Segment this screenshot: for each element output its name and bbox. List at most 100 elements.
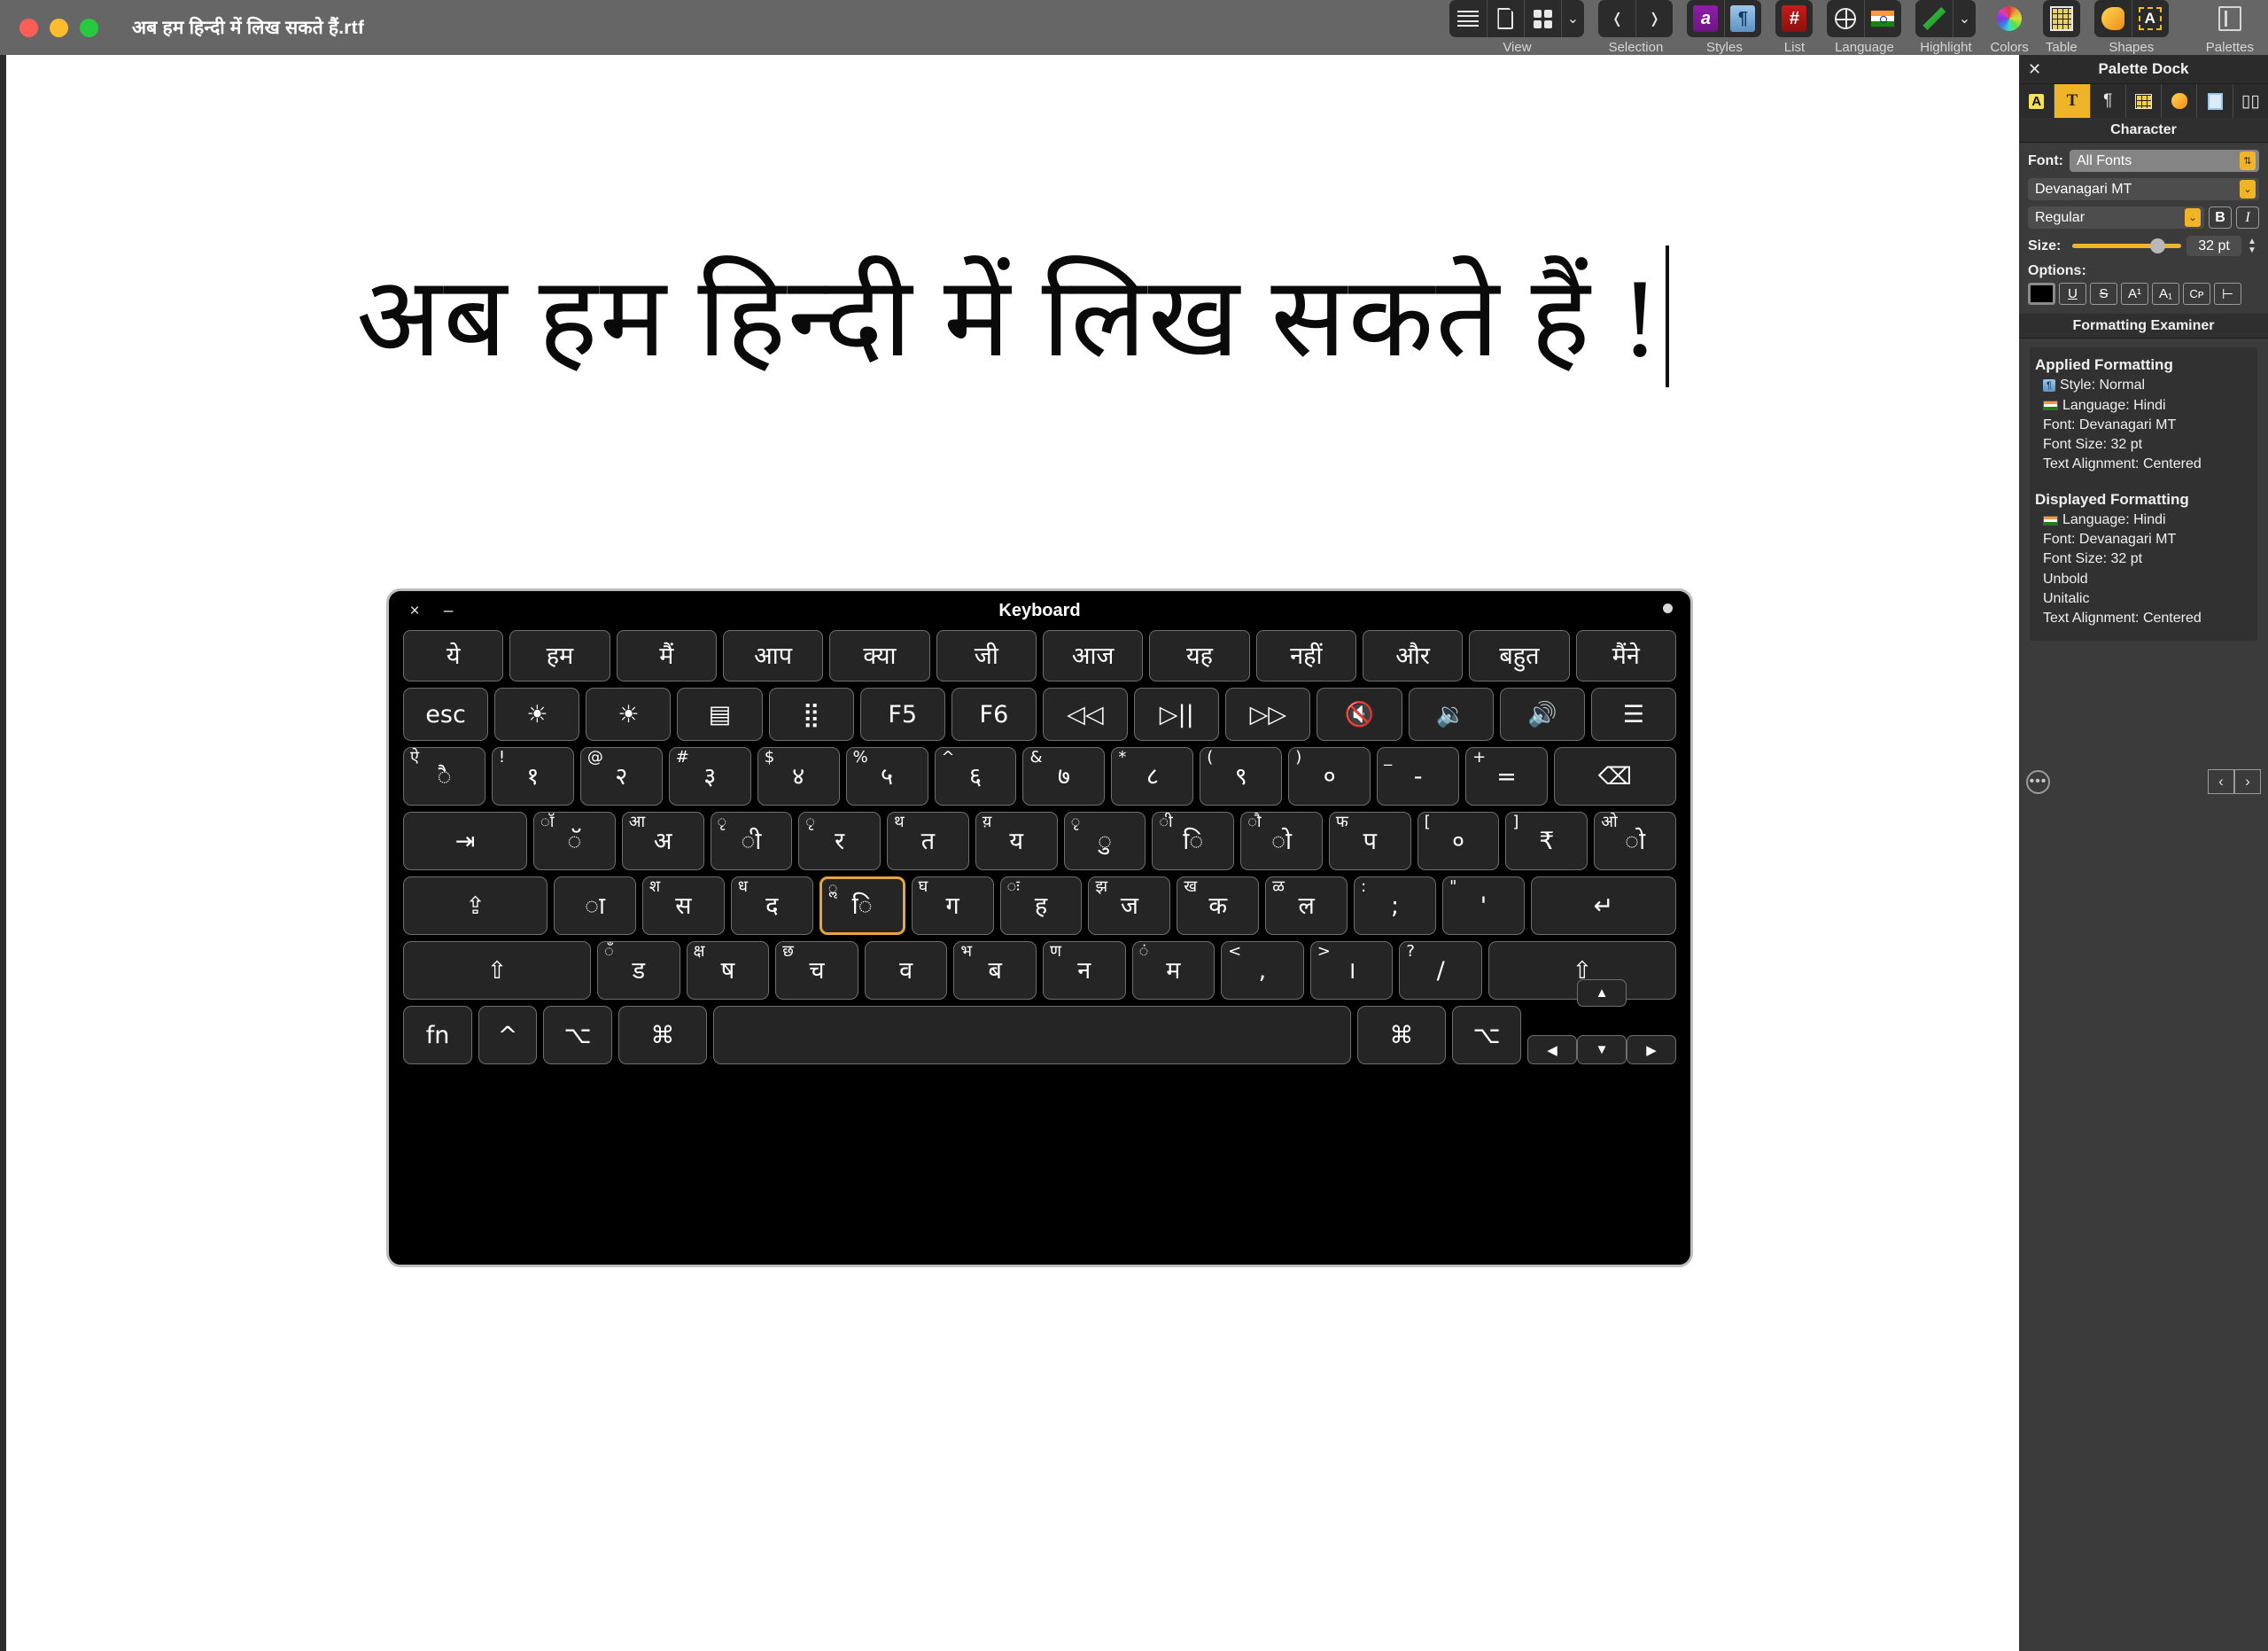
esc-key[interactable]: esc xyxy=(403,688,489,741)
document-body-text[interactable]: अब हम हिन्दी में लिख सकते हैं ! xyxy=(6,245,2019,389)
key-x[interactable]: क्ष ष xyxy=(686,941,770,1000)
key-minus[interactable]: _ - xyxy=(1377,747,1460,806)
tab-key[interactable]: ⇥ xyxy=(403,812,527,870)
chevron-down-icon[interactable]: ⌄ xyxy=(1561,0,1584,37)
key-f[interactable]: ॢि xyxy=(819,876,905,935)
mission-control-key[interactable]: ▤ xyxy=(677,688,763,741)
caps-lock-key[interactable]: ⇪ xyxy=(403,876,548,935)
key-k[interactable]: खक xyxy=(1177,876,1260,935)
next-palette-button[interactable]: › xyxy=(2234,769,2261,794)
suggestion-key-8[interactable]: नहीं xyxy=(1255,630,1356,681)
key-3[interactable]: #३ xyxy=(668,747,751,806)
underline-button[interactable]: U xyxy=(2059,283,2086,305)
fast-forward-key[interactable]: ▷▷ xyxy=(1225,688,1311,741)
key-t[interactable]: थत xyxy=(887,812,969,870)
tab-paragraph-icon[interactable]: ¶ xyxy=(2091,84,2126,118)
list-view-icon[interactable] xyxy=(1449,0,1487,37)
tab-shapes-icon[interactable] xyxy=(2162,84,2198,118)
key-5[interactable]: % ५ xyxy=(845,747,928,806)
list-hash-icon[interactable]: # xyxy=(1775,0,1813,37)
suggestion-key-11[interactable]: मैंने xyxy=(1575,630,1676,681)
india-flag-icon[interactable] xyxy=(1864,0,1901,37)
mute-key[interactable]: 🔇 xyxy=(1317,688,1402,741)
key-0[interactable]: ) ० xyxy=(1288,747,1371,806)
key-semicolon[interactable]: :; xyxy=(1354,876,1437,935)
superscript-button[interactable]: A¹ xyxy=(2121,283,2148,305)
key-4[interactable]: $४ xyxy=(757,747,840,806)
right-arrow-key[interactable]: ▶ xyxy=(1627,1035,1676,1064)
f5-key[interactable]: F5 xyxy=(859,688,945,741)
key-c[interactable]: छच xyxy=(775,941,858,1000)
key-u[interactable]: ृु xyxy=(1063,812,1146,870)
volume-down-key[interactable]: 🔉 xyxy=(1408,688,1494,741)
key-v[interactable]: व xyxy=(864,941,948,1000)
fn-key[interactable]: fn xyxy=(403,1006,472,1064)
key-bracket-right[interactable]: ] ₹ xyxy=(1505,812,1588,870)
volume-up-key[interactable]: 🔊 xyxy=(1499,688,1585,741)
zoom-window-button[interactable] xyxy=(80,18,98,37)
option-right-key[interactable]: ⌥ xyxy=(1452,1006,1521,1064)
key-o[interactable]: ौो xyxy=(1240,812,1323,870)
kerning-button[interactable]: ⊢ xyxy=(2214,283,2241,305)
suggestion-key-6[interactable]: आज xyxy=(1042,630,1144,681)
key-h[interactable]: ः ह xyxy=(999,876,1083,935)
key-n[interactable]: णन xyxy=(1042,941,1126,1000)
return-key[interactable]: ↵ xyxy=(1530,876,1676,935)
key-8[interactable]: * ८ xyxy=(1111,747,1194,806)
key-backtick[interactable]: ऐै xyxy=(403,747,485,806)
color-wheel-icon[interactable] xyxy=(1991,0,2028,37)
tab-table-icon[interactable] xyxy=(2126,84,2163,118)
font-size-value[interactable]: 32 pt xyxy=(2186,236,2241,256)
key-z[interactable]: ँ ड xyxy=(597,941,680,1000)
key-w[interactable]: आअ xyxy=(621,812,704,870)
page-view-icon[interactable] xyxy=(1487,0,1524,37)
capitalization-button[interactable]: Cᴘ xyxy=(2183,283,2210,305)
up-arrow-key[interactable]: ▲ xyxy=(1577,979,1627,1007)
key-j[interactable]: झज xyxy=(1088,876,1171,935)
document-canvas[interactable]: अब हम हिन्दी में लिख सकते हैं ! × – Keyb… xyxy=(0,55,2019,1651)
control-key[interactable]: ^ xyxy=(478,1006,537,1064)
brightness-up-key[interactable]: ☀ xyxy=(586,688,672,741)
key-g[interactable]: घग xyxy=(911,876,994,935)
palette-dock-icon[interactable] xyxy=(2211,0,2249,37)
key-q[interactable]: ॉॅ xyxy=(533,812,616,870)
key-backslash[interactable]: ओो xyxy=(1594,812,1676,870)
key-2[interactable]: @२ xyxy=(579,747,663,806)
previous-palette-button[interactable]: ‹ xyxy=(2208,769,2234,794)
bold-button[interactable]: B xyxy=(2209,206,2232,229)
tab-text-selection-icon[interactable]: A xyxy=(2019,84,2055,118)
text-box-icon[interactable]: A xyxy=(2132,0,2169,37)
character-style-icon[interactable]: a xyxy=(1687,0,1724,37)
space-key[interactable] xyxy=(713,1006,1351,1064)
suggestion-key-1[interactable]: हम xyxy=(509,630,610,681)
key-y[interactable]: य़ य xyxy=(975,812,1058,870)
tab-book-icon[interactable]: ▯▯ xyxy=(2233,84,2268,118)
delete-key[interactable]: ⌫ xyxy=(1553,747,1676,806)
tab-character-icon[interactable]: T xyxy=(2054,84,2091,118)
key-m[interactable]: ं म xyxy=(1131,941,1216,1000)
key-r[interactable]: ृ र xyxy=(798,812,882,870)
keyboard-resize-handle[interactable] xyxy=(1663,604,1673,613)
chevron-down-icon[interactable]: ⌄ xyxy=(2240,180,2256,199)
thumbnail-view-icon[interactable] xyxy=(1524,0,1561,37)
font-collection-combo[interactable]: All Fonts ⇅ xyxy=(2069,150,2259,172)
table-grid-icon[interactable] xyxy=(2043,0,2080,37)
launchpad-key[interactable]: ⣿ xyxy=(768,688,854,741)
shift-left-key[interactable]: ⇧ xyxy=(403,941,591,1000)
minimize-window-button[interactable] xyxy=(50,18,68,37)
key-1[interactable]: ! १ xyxy=(491,747,574,806)
key-a[interactable]: ा xyxy=(554,876,636,935)
italic-button[interactable]: I xyxy=(2236,206,2259,229)
suggestion-key-5[interactable]: जी xyxy=(936,630,1037,681)
brightness-down-key[interactable]: ☀ xyxy=(494,688,580,741)
font-size-stepper[interactable]: ▲ ▼ xyxy=(2245,236,2259,257)
key-bracket-left[interactable]: [० xyxy=(1417,812,1500,870)
down-arrow-key[interactable]: ▼ xyxy=(1577,1035,1627,1064)
strikethrough-button[interactable]: S xyxy=(2090,283,2117,305)
suggestion-key-3[interactable]: आप xyxy=(722,630,824,681)
suggestion-key-2[interactable]: मैं xyxy=(616,630,717,681)
slider-knob[interactable] xyxy=(2150,238,2166,253)
siri-list-key[interactable]: ☰ xyxy=(1590,688,1676,741)
suggestion-key-4[interactable]: क्या xyxy=(829,630,930,681)
globe-icon[interactable] xyxy=(1827,0,1864,37)
